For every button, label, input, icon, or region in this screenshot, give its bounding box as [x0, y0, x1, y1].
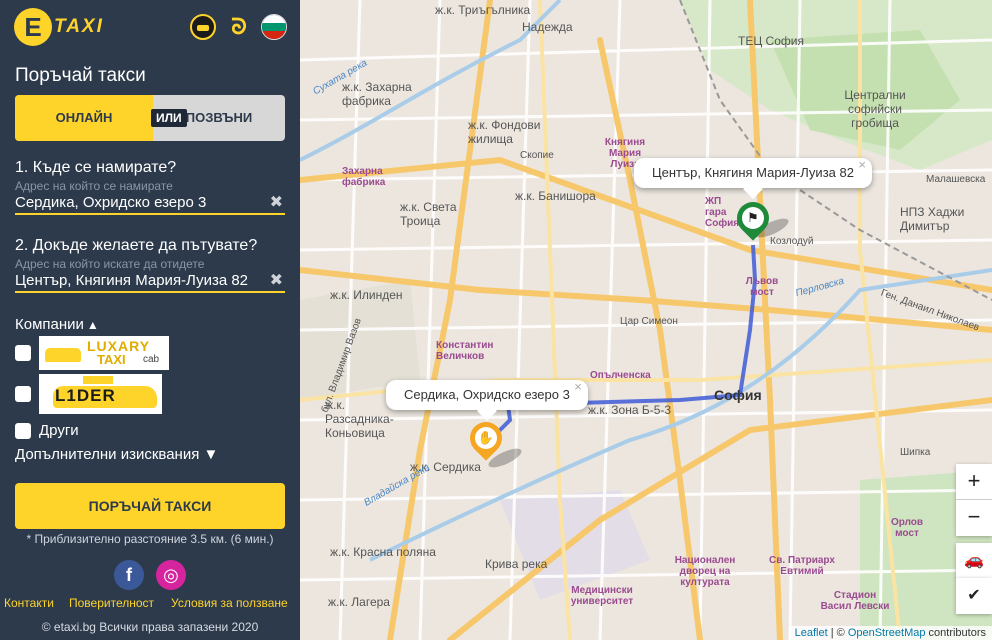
map-label: Орлов мост	[890, 517, 924, 539]
map-label: ж.к. Света Троица	[400, 200, 457, 228]
contacts-link[interactable]: Контакти	[4, 596, 54, 610]
attribution-separator: | ©	[827, 627, 848, 639]
taxi-car-icon	[45, 348, 81, 362]
map-label: Надежда	[522, 20, 573, 34]
map-label: Опълченска	[590, 370, 651, 381]
destination-hint: Адрес на който искате да отидете	[15, 257, 205, 271]
taxi-sign-icon	[83, 376, 113, 384]
destination-question: 2. Докъде желаете да пътувате?	[15, 237, 258, 254]
pickup-value: Сердика, Охридско езеро 3	[15, 194, 207, 211]
map-label: Стадион Васил Левски	[820, 590, 890, 612]
copyright: © etaxi.bg Всички права запазени 2020	[41, 620, 259, 634]
form-title: Поръчай такси	[15, 65, 146, 86]
close-icon[interactable]: ×	[574, 372, 582, 402]
map-label: София	[714, 387, 762, 403]
companies-toggle[interactable]: Компании ▲	[15, 316, 99, 333]
map-label: ж.к. Лагера	[328, 595, 390, 609]
extra-requirements-label: Допълнителни изисквания	[15, 446, 200, 463]
map-label: ж.к. Фондови жилища	[468, 118, 541, 146]
distance-note: * Приблизително разстояние 3.5 км. (6 ми…	[26, 532, 274, 546]
pickup-popup-text: Сердика, Охридско езеро 3	[404, 387, 570, 402]
taxi-icon[interactable]	[190, 14, 216, 40]
company-checkbox-lider[interactable]	[15, 386, 31, 402]
route-icon[interactable]: ᘐ	[226, 14, 252, 40]
map-view[interactable]: ж.к. Триъгълника Надежда ТЕЦ София ж.к. …	[300, 0, 992, 640]
close-icon[interactable]: ×	[858, 150, 866, 180]
clear-destination-icon[interactable]: ✖	[270, 271, 283, 291]
map-attribution: Leaflet | © OpenStreetMap contributors	[788, 626, 992, 640]
map-label: Лъвов мост	[745, 276, 779, 298]
lider-logo-line: L1DER	[55, 386, 116, 405]
etaxi-logo[interactable]: E TAXI	[14, 8, 104, 46]
logo-text: TAXI	[54, 16, 104, 37]
pickup-input[interactable]: Сердика, Охридско езеро 3 ✖	[15, 193, 285, 215]
map-label: ж.к. Триъгълника	[435, 3, 531, 17]
map-label: НПЗ Хаджи Димитър	[900, 205, 965, 233]
chevron-down-icon: ▼	[199, 446, 219, 463]
luxary-logo-line: TAXI	[97, 352, 126, 367]
others-label: Други	[39, 422, 79, 439]
destination-popup: Център, Княгиня Мария-Луиза 82 ×	[634, 157, 872, 199]
leaflet-link[interactable]: Leaflet	[795, 627, 828, 639]
map-label: Захарна фабрика	[342, 166, 386, 188]
map-label: Шипка	[900, 447, 931, 458]
pickup-popup: Сердика, Охридско езеро 3 ×	[386, 379, 588, 421]
bulgarian-flag-icon[interactable]	[261, 14, 287, 40]
osm-link[interactable]: OpenStreetMap	[848, 627, 926, 639]
map-label: ж.к. Захарна фабрика	[342, 80, 412, 108]
destination-popup-text: Център, Княгиня Мария-Луиза 82	[652, 165, 854, 180]
map-label: Централни софийски гробища	[844, 88, 906, 130]
zoom-control: + −	[956, 464, 992, 536]
privacy-link[interactable]: Поверителност	[69, 596, 154, 610]
person-icon: ✋	[475, 427, 497, 449]
map-label: Национален дворец на културата	[674, 555, 736, 588]
luxary-logo-line: cab	[143, 354, 160, 365]
others-checkbox[interactable]	[15, 423, 31, 439]
map-label: ж.к. Зона Б-5-3	[588, 403, 672, 417]
map-label: Св. Патриарх Евтимий	[769, 555, 835, 577]
map-label: Константин Величков	[436, 340, 494, 362]
map-label: Цар Симеон	[620, 316, 678, 327]
zoom-in-button[interactable]: +	[956, 464, 992, 500]
zoom-out-button[interactable]: −	[956, 500, 992, 536]
map-label: Медицински университет	[570, 585, 634, 607]
destination-value: Център, Княгиня Мария-Луиза 82	[15, 272, 249, 289]
map-label: Малашевска	[926, 174, 986, 185]
terms-link[interactable]: Условия за ползване	[171, 596, 288, 610]
attribution-suffix: contributors	[925, 627, 986, 639]
facebook-icon[interactable]: f	[114, 560, 144, 590]
map-label: Скопие	[520, 150, 554, 161]
map-label: ж.к. Илинден	[330, 288, 403, 302]
company-checkbox-luxary[interactable]	[15, 345, 31, 361]
companies-label: Компании	[15, 316, 84, 333]
car-icon[interactable]: 🚗	[956, 543, 992, 579]
pickup-question: 1. Къде се намирате?	[15, 159, 177, 176]
extra-requirements-toggle[interactable]: Допълнителни изисквания ▼	[15, 446, 218, 463]
chevron-up-icon: ▲	[86, 318, 99, 332]
clear-pickup-icon[interactable]: ✖	[270, 193, 283, 213]
luxary-taxi-logo: LUXARY TAXI cab	[39, 336, 169, 370]
order-mode-toggle: ОНЛАЙН ПОЗВЪНИ ИЛИ	[15, 95, 285, 141]
map-label: Кривa река	[485, 557, 548, 571]
pickup-hint: Адрес на който се намирате	[15, 179, 173, 193]
check-icon[interactable]: ✔	[956, 578, 992, 614]
lider-taxi-logo: L1DER	[39, 374, 162, 414]
instagram-icon[interactable]: ◎	[156, 560, 186, 590]
map-label: ж.к. Банишора	[515, 189, 596, 203]
online-option[interactable]: ОНЛАЙН	[15, 95, 153, 141]
order-sidebar: E TAXI ᘐ Поръчай такси ОНЛАЙН ПОЗВЪНИ ИЛ…	[0, 0, 300, 640]
order-taxi-button[interactable]: ПОРЪЧАЙ ТАКСИ	[15, 483, 285, 529]
toggle-separator: ИЛИ	[151, 109, 187, 127]
finish-flag-icon: ⚑	[742, 207, 764, 229]
map-label: Козлодуй	[770, 236, 814, 247]
destination-input[interactable]: Център, Княгиня Мария-Луиза 82 ✖	[15, 271, 285, 293]
map-label: ТЕЦ София	[738, 34, 804, 48]
map-label: ж.к. Красна поляна	[330, 545, 436, 559]
logo-letter: E	[14, 8, 52, 46]
